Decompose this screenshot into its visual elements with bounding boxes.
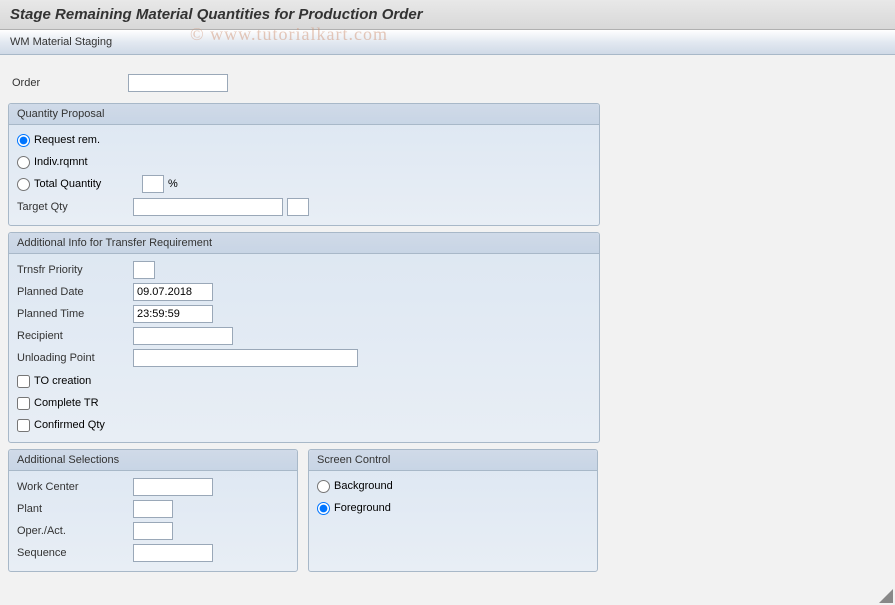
to-creation-checkbox[interactable] bbox=[17, 375, 30, 388]
planned-time-label: Planned Time bbox=[13, 308, 133, 320]
work-center-label: Work Center bbox=[13, 481, 133, 493]
additional-selections-group: Additional Selections Work Center Plant … bbox=[8, 449, 298, 572]
wm-material-staging-button[interactable]: WM Material Staging bbox=[10, 36, 112, 48]
target-qty-unit-input[interactable] bbox=[287, 198, 309, 216]
planned-date-label: Planned Date bbox=[13, 286, 133, 298]
target-qty-label: Target Qty bbox=[13, 201, 133, 213]
transfer-req-group: Additional Info for Transfer Requirement… bbox=[8, 232, 600, 443]
unloading-point-label: Unloading Point bbox=[13, 352, 133, 364]
order-label: Order bbox=[8, 77, 128, 89]
screen-control-legend: Screen Control bbox=[309, 450, 597, 471]
oper-act-label: Oper./Act. bbox=[13, 525, 133, 537]
indiv-rqmnt-radio[interactable] bbox=[17, 156, 30, 169]
total-quantity-radio[interactable] bbox=[17, 178, 30, 191]
percent-sign: % bbox=[168, 178, 178, 190]
recipient-input[interactable] bbox=[133, 327, 233, 345]
planned-time-input[interactable] bbox=[133, 305, 213, 323]
unloading-point-input[interactable] bbox=[133, 349, 358, 367]
total-quantity-pct-input[interactable] bbox=[142, 175, 164, 193]
sequence-input[interactable] bbox=[133, 544, 213, 562]
complete-tr-checkbox[interactable] bbox=[17, 397, 30, 410]
confirmed-qty-checkbox[interactable] bbox=[17, 419, 30, 432]
foreground-label: Foreground bbox=[334, 502, 442, 514]
content-area: Order Quantity Proposal Request rem. Ind… bbox=[0, 55, 895, 582]
confirmed-qty-label: Confirmed Qty bbox=[34, 419, 142, 431]
bottom-columns: Additional Selections Work Center Plant … bbox=[8, 449, 600, 572]
toolbar: WM Material Staging bbox=[0, 30, 895, 55]
order-row: Order bbox=[8, 73, 887, 93]
to-creation-label: TO creation bbox=[34, 375, 142, 387]
quantity-proposal-legend: Quantity Proposal bbox=[9, 104, 599, 125]
planned-date-input[interactable] bbox=[133, 283, 213, 301]
plant-input[interactable] bbox=[133, 500, 173, 518]
indiv-rqmnt-label: Indiv.rqmnt bbox=[34, 156, 142, 168]
additional-selections-legend: Additional Selections bbox=[9, 450, 297, 471]
total-quantity-label: Total Quantity bbox=[34, 178, 142, 190]
plant-label: Plant bbox=[13, 503, 133, 515]
foreground-radio[interactable] bbox=[317, 502, 330, 515]
oper-act-input[interactable] bbox=[133, 522, 173, 540]
work-center-input[interactable] bbox=[133, 478, 213, 496]
quantity-proposal-group: Quantity Proposal Request rem. Indiv.rqm… bbox=[8, 103, 600, 226]
sequence-label: Sequence bbox=[13, 547, 133, 559]
request-rem-label: Request rem. bbox=[34, 134, 142, 146]
background-radio[interactable] bbox=[317, 480, 330, 493]
screen-control-group: Screen Control Background Foreground bbox=[308, 449, 598, 572]
target-qty-input[interactable] bbox=[133, 198, 283, 216]
trnsfr-priority-label: Trnsfr Priority bbox=[13, 264, 133, 276]
background-label: Background bbox=[334, 480, 442, 492]
trnsfr-priority-input[interactable] bbox=[133, 261, 155, 279]
request-rem-radio[interactable] bbox=[17, 134, 30, 147]
order-input[interactable] bbox=[128, 74, 228, 92]
recipient-label: Recipient bbox=[13, 330, 133, 342]
resize-handle-icon[interactable] bbox=[879, 589, 893, 603]
transfer-req-legend: Additional Info for Transfer Requirement bbox=[9, 233, 599, 254]
page-title: Stage Remaining Material Quantities for … bbox=[0, 0, 895, 30]
complete-tr-label: Complete TR bbox=[34, 397, 142, 409]
